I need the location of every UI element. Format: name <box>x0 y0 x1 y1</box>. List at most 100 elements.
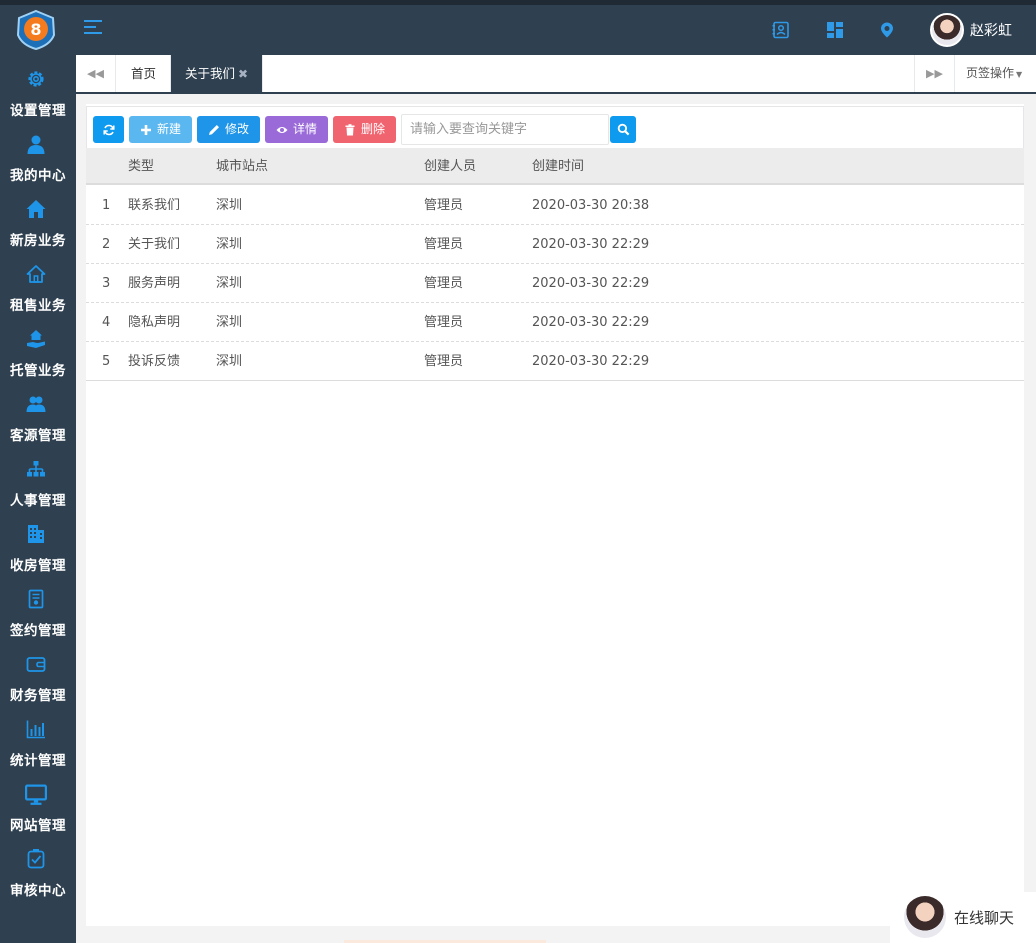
row-index: 3 <box>102 276 111 291</box>
sidebar-item-settings[interactable]: 设置管理 <box>0 61 76 123</box>
sidebar-item-label: 签约管理 <box>10 623 66 639</box>
refresh-icon <box>102 124 115 135</box>
row-time: 2020-03-30 20:38 <box>532 198 650 213</box>
row-city: 深圳 <box>216 237 243 252</box>
logo-icon[interactable]: 8 <box>14 9 58 51</box>
new-button-label: 新建 <box>156 122 181 136</box>
table-row[interactable]: 4 隐私声明 深圳 管理员 2020-03-30 22:29 <box>86 303 1024 342</box>
org-chart-icon <box>27 461 45 477</box>
tab-label: 首页 <box>131 66 157 81</box>
table-row[interactable]: 5 投诉反馈 深圳 管理员 2020-03-30 22:29 <box>86 342 1024 381</box>
edit-button-label: 修改 <box>224 122 249 136</box>
close-icon[interactable]: ✖ <box>238 67 248 81</box>
tab-bar: ◀◀ 首页 关于我们 ✖ ▶▶ 页签操作 ▼ <box>76 55 1036 94</box>
eye-icon <box>276 126 288 133</box>
refresh-button[interactable] <box>93 116 124 143</box>
sidebar-item-label: 设置管理 <box>10 103 66 119</box>
sidebar-item-rent-sale[interactable]: 租售业务 <box>0 256 76 318</box>
row-city: 深圳 <box>216 315 243 330</box>
online-chat-widget[interactable]: 在线聊天 <box>890 892 1036 943</box>
user-icon <box>27 135 45 154</box>
location-icon[interactable] <box>878 21 896 39</box>
column-header-type[interactable]: 类型 <box>128 148 154 185</box>
sidebar-item-custody[interactable]: 托管业务 <box>0 321 76 383</box>
sidebar-item-label: 我的中心 <box>10 168 66 184</box>
row-city: 深圳 <box>216 276 243 291</box>
sidebar-item-new-house[interactable]: 新房业务 <box>0 191 76 253</box>
sidebar-item-label: 托管业务 <box>10 363 66 379</box>
chat-label: 在线聊天 <box>954 909 1015 927</box>
row-index: 1 <box>102 198 111 213</box>
toolbar: 新建 修改 详情 删除 <box>86 106 1024 148</box>
row-time: 2020-03-30 22:29 <box>532 276 650 291</box>
hamburger-icon[interactable] <box>84 20 102 36</box>
sidebar-item-website[interactable]: 网站管理 <box>0 776 76 838</box>
sidebar-item-clients[interactable]: 客源管理 <box>0 386 76 448</box>
pencil-icon <box>208 124 219 135</box>
sidebar-item-label: 客源管理 <box>10 428 66 444</box>
row-type: 隐私声明 <box>128 315 181 330</box>
table-row[interactable]: 1 联系我们 深圳 管理员 2020-03-30 20:38 <box>86 186 1024 225</box>
tab-home[interactable]: 首页 <box>117 55 172 92</box>
tab-scroll-left-button[interactable]: ◀◀ <box>76 55 116 92</box>
users-icon <box>26 396 46 412</box>
table-row[interactable]: 3 服务声明 深圳 管理员 2020-03-30 22:29 <box>86 264 1024 303</box>
trash-icon <box>345 123 355 135</box>
user-menu[interactable]: 赵彩虹 <box>930 13 1012 47</box>
sidebar-item-label: 财务管理 <box>10 688 66 704</box>
sidebar-item-review[interactable]: 审核中心 <box>0 841 76 903</box>
row-time: 2020-03-30 22:29 <box>532 315 650 330</box>
dashboard-icon[interactable] <box>826 21 844 39</box>
row-type: 关于我们 <box>128 237 181 252</box>
column-header-creator[interactable]: 创建人员 <box>424 148 476 185</box>
caret-down-icon: ▼ <box>1016 70 1023 79</box>
column-header-time[interactable]: 创建时间 <box>532 148 584 185</box>
top-bar: 8 赵彩虹 <box>0 0 1036 55</box>
tab-operations-dropdown[interactable]: 页签操作 ▼ <box>954 55 1036 92</box>
row-city: 深圳 <box>216 198 243 213</box>
sidebar-item-my-center[interactable]: 我的中心 <box>0 126 76 188</box>
row-index: 2 <box>102 237 111 252</box>
sidebar-item-hr[interactable]: 人事管理 <box>0 451 76 513</box>
contract-icon <box>28 589 44 609</box>
plus-icon <box>140 124 151 135</box>
new-button[interactable]: 新建 <box>129 116 192 143</box>
tab-about-us[interactable]: 关于我们 ✖ <box>171 55 264 92</box>
detail-button-label: 详情 <box>292 122 317 136</box>
row-city: 深圳 <box>216 354 243 369</box>
row-time: 2020-03-30 22:29 <box>532 354 650 369</box>
row-type: 联系我们 <box>128 198 181 213</box>
check-doc-icon <box>27 849 45 869</box>
row-creator: 管理员 <box>424 198 464 213</box>
delete-button[interactable]: 删除 <box>333 116 396 143</box>
row-type: 投诉反馈 <box>128 354 181 369</box>
detail-button[interactable]: 详情 <box>265 116 328 143</box>
home-outline-icon <box>26 265 46 283</box>
sidebar-item-label: 网站管理 <box>10 818 66 834</box>
tab-label: 关于我们 <box>185 66 236 81</box>
gear-icon <box>28 71 44 87</box>
sidebar: 设置管理 我的中心 新房业务 租售业务 托管业务 客源管理 人事管理 收房管理 … <box>0 55 76 943</box>
sidebar-item-contracts[interactable]: 签约管理 <box>0 581 76 643</box>
house-icon <box>26 200 46 218</box>
tab-scroll-right-button[interactable]: ▶▶ <box>914 55 954 92</box>
sidebar-item-house-intake[interactable]: 收房管理 <box>0 516 76 578</box>
content-panel: 新建 修改 详情 删除 类型 城市站点 创建人员 创建时间 1 联系我们 深圳 … <box>86 104 1024 926</box>
search-icon <box>617 123 629 136</box>
user-name: 赵彩虹 <box>970 23 1012 39</box>
row-time: 2020-03-30 22:29 <box>532 237 650 252</box>
sidebar-item-statistics[interactable]: 统计管理 <box>0 711 76 773</box>
tab-operations-label: 页签操作 <box>966 66 1015 80</box>
search-input[interactable] <box>401 114 609 145</box>
search-button[interactable] <box>610 116 636 143</box>
table-row[interactable]: 2 关于我们 深圳 管理员 2020-03-30 22:29 <box>86 225 1024 264</box>
edit-button[interactable]: 修改 <box>197 116 260 143</box>
column-header-city[interactable]: 城市站点 <box>216 148 268 185</box>
row-creator: 管理员 <box>424 237 464 252</box>
row-index: 5 <box>102 354 111 369</box>
delete-button-label: 删除 <box>360 122 385 136</box>
table-header: 类型 城市站点 创建人员 创建时间 <box>86 148 1024 185</box>
contacts-icon[interactable] <box>772 21 790 39</box>
top-bar-edge <box>0 0 1036 5</box>
sidebar-item-finance[interactable]: 财务管理 <box>0 646 76 708</box>
